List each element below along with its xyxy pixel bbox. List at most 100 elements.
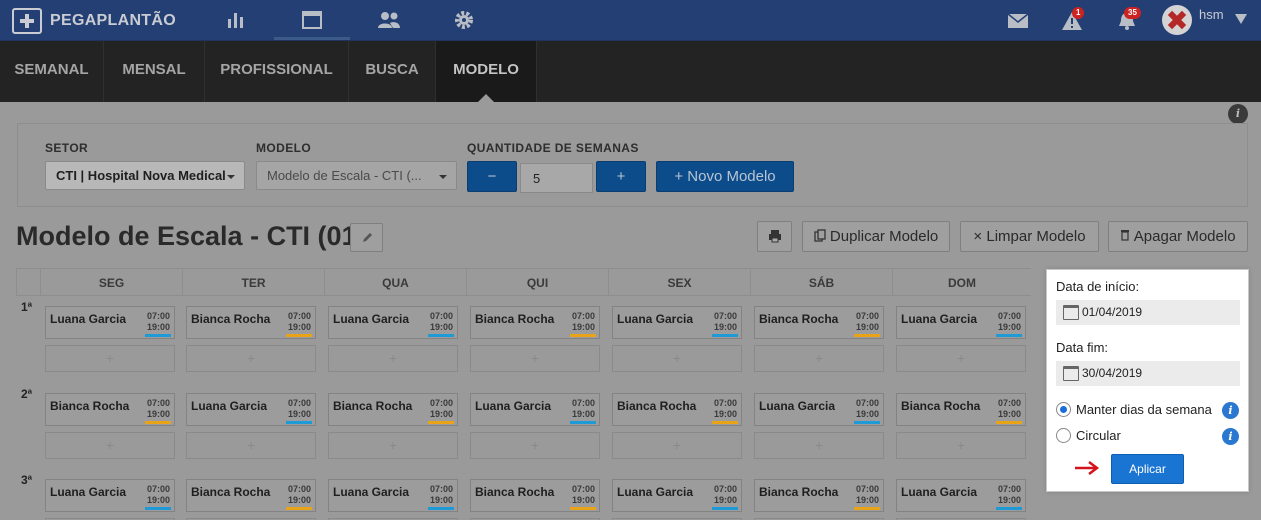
start-date-input[interactable]: 01/04/2019 — [1056, 300, 1240, 325]
shift-end-time: 19:00 — [146, 322, 170, 332]
shift-card[interactable]: Bianca Rocha 07:00 19:00 — [612, 393, 742, 426]
chevron-down-icon[interactable] — [1235, 14, 1247, 24]
shift-card[interactable]: Luana Garcia 07:00 19:00 — [45, 479, 175, 512]
apagar-modelo-label: Apagar Modelo — [1133, 228, 1236, 245]
shift-color-bar — [145, 507, 171, 510]
setor-value: CTI | Hospital Nova Medical — [56, 168, 226, 183]
chevron-down-icon — [439, 175, 447, 179]
add-shift-button[interactable]: + — [328, 345, 458, 372]
professional-name: Luana Garcia — [617, 485, 694, 499]
shift-card[interactable]: Luana Garcia 07:00 19:00 — [896, 479, 1026, 512]
shift-start-time: 07:00 — [713, 311, 737, 321]
quantidade-label: QUANTIDADE DE SEMANAS — [467, 141, 639, 155]
week-header — [16, 268, 40, 296]
add-shift-button[interactable]: + — [612, 345, 742, 372]
keep-weekdays-label[interactable]: Manter dias da semana — [1076, 402, 1212, 417]
bar-chart-icon[interactable] — [225, 10, 247, 30]
shift-card[interactable]: Bianca Rocha 07:00 19:00 — [470, 306, 600, 339]
info-icon[interactable]: i — [1222, 402, 1239, 419]
shift-card[interactable]: Luana Garcia 07:00 19:00 — [328, 479, 458, 512]
circular-radio[interactable] — [1056, 428, 1071, 443]
modelo-label: MODELO — [256, 141, 312, 155]
logo[interactable]: PEGAPLANTÃO — [12, 8, 176, 34]
shift-card[interactable]: Luana Garcia 07:00 19:00 — [328, 306, 458, 339]
add-shift-button[interactable]: + — [896, 345, 1026, 372]
shift-start-time: 07:00 — [146, 398, 170, 408]
duplicar-modelo-button[interactable]: Duplicar Modelo — [802, 221, 950, 252]
people-icon[interactable] — [377, 10, 401, 30]
increase-weeks-button[interactable]: + — [596, 161, 646, 192]
add-shift-button[interactable]: + — [45, 345, 175, 372]
avatar[interactable] — [1162, 5, 1192, 35]
decrease-weeks-button[interactable]: − — [467, 161, 517, 192]
limpar-modelo-button[interactable]: × Limpar Modelo — [960, 221, 1099, 252]
tab-busca[interactable]: BUSCA — [349, 41, 436, 102]
shift-start-time: 07:00 — [855, 311, 879, 321]
add-shift-button[interactable]: + — [754, 345, 884, 372]
shift-card[interactable]: Luana Garcia 07:00 19:00 — [612, 306, 742, 339]
apagar-modelo-button[interactable]: Apagar Modelo — [1108, 221, 1248, 252]
edit-title-button[interactable] — [350, 223, 383, 252]
printer-icon — [768, 230, 781, 243]
aplicar-button[interactable]: Aplicar — [1111, 454, 1184, 484]
circular-label[interactable]: Circular — [1076, 428, 1121, 443]
start-date-label: Data de início: — [1056, 279, 1140, 294]
info-icon[interactable]: i — [1222, 428, 1239, 445]
add-shift-button[interactable]: + — [45, 432, 175, 459]
add-shift-button[interactable]: + — [186, 432, 316, 459]
shift-card[interactable]: Bianca Rocha 07:00 19:00 — [754, 479, 884, 512]
tab-semanal[interactable]: SEMANAL — [0, 41, 104, 102]
shift-card[interactable]: Bianca Rocha 07:00 19:00 — [186, 306, 316, 339]
tab-profissional[interactable]: PROFISSIONAL — [205, 41, 349, 102]
professional-name: Luana Garcia — [759, 399, 836, 413]
add-shift-button[interactable]: + — [612, 432, 742, 459]
shift-start-time: 07:00 — [429, 311, 453, 321]
add-shift-button[interactable]: + — [896, 432, 1026, 459]
tab-modelo[interactable]: MODELO — [436, 41, 537, 102]
shift-card[interactable]: Luana Garcia 07:00 19:00 — [754, 393, 884, 426]
info-icon[interactable]: i — [1228, 104, 1248, 124]
modelo-select[interactable]: Modelo de Escala - CTI (... — [256, 161, 457, 190]
shift-card[interactable]: Bianca Rocha 07:00 19:00 — [45, 393, 175, 426]
day-header: SÁB — [750, 268, 892, 296]
add-shift-button[interactable]: + — [470, 345, 600, 372]
shift-card[interactable]: Luana Garcia 07:00 19:00 — [470, 393, 600, 426]
weeks-input[interactable]: 5 — [520, 163, 593, 193]
user-name[interactable]: hsm — [1199, 7, 1224, 22]
shift-start-time: 07:00 — [855, 398, 879, 408]
professional-name: Bianca Rocha — [617, 399, 697, 413]
setor-select[interactable]: CTI | Hospital Nova Medical — [45, 161, 245, 190]
shift-card[interactable]: Bianca Rocha 07:00 19:00 — [896, 393, 1026, 426]
shift-color-bar — [854, 334, 880, 337]
shift-card[interactable]: Luana Garcia 07:00 19:00 — [186, 393, 316, 426]
print-button[interactable] — [757, 221, 792, 252]
shift-card[interactable]: Bianca Rocha 07:00 19:00 — [328, 393, 458, 426]
add-shift-button[interactable]: + — [186, 345, 316, 372]
shift-card[interactable]: Bianca Rocha 07:00 19:00 — [186, 479, 316, 512]
shift-card[interactable]: Bianca Rocha 07:00 19:00 — [470, 479, 600, 512]
copy-icon — [814, 229, 826, 242]
shift-card[interactable]: Luana Garcia 07:00 19:00 — [45, 306, 175, 339]
tab-mensal[interactable]: MENSAL — [104, 41, 205, 102]
shift-card[interactable]: Luana Garcia 07:00 19:00 — [612, 479, 742, 512]
shift-end-time: 19:00 — [713, 322, 737, 332]
shift-card[interactable]: Bianca Rocha 07:00 19:00 — [754, 306, 884, 339]
pencil-icon — [362, 233, 372, 242]
add-shift-button[interactable]: + — [754, 432, 884, 459]
gear-icon[interactable] — [453, 10, 475, 30]
shift-card[interactable]: Luana Garcia 07:00 19:00 — [896, 306, 1026, 339]
add-shift-button[interactable]: + — [470, 432, 600, 459]
shift-start-time: 07:00 — [429, 398, 453, 408]
shift-color-bar — [570, 421, 596, 424]
shift-start-time: 07:00 — [713, 484, 737, 494]
calendar-window-icon[interactable] — [301, 10, 323, 30]
keep-weekdays-radio[interactable] — [1056, 402, 1071, 417]
end-date-input[interactable]: 30/04/2019 — [1056, 361, 1240, 386]
novo-modelo-button[interactable]: + Novo Modelo — [656, 161, 794, 192]
shift-color-bar — [145, 334, 171, 337]
add-shift-button[interactable]: + — [328, 432, 458, 459]
professional-name: Luana Garcia — [50, 485, 127, 499]
shift-color-bar — [996, 421, 1022, 424]
mail-icon[interactable] — [1007, 11, 1029, 31]
professional-name: Luana Garcia — [191, 399, 268, 413]
